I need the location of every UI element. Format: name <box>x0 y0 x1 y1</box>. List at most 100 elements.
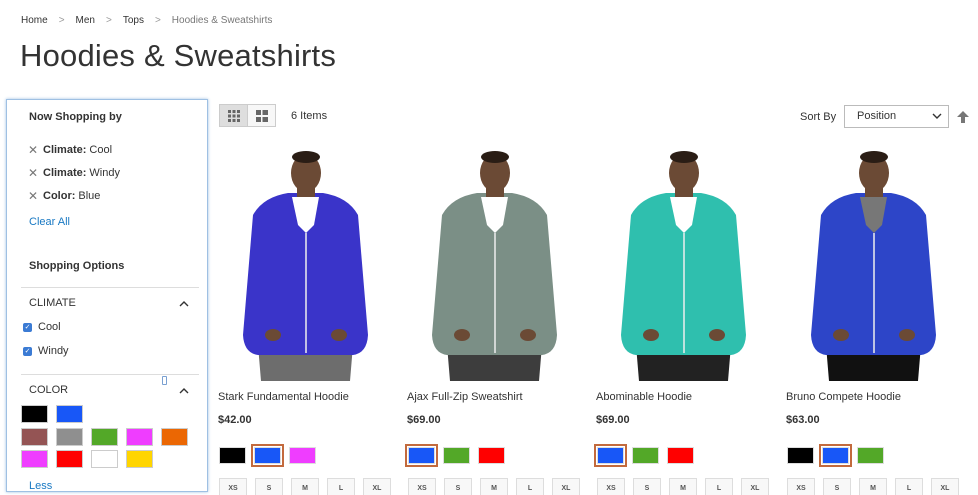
breadcrumb-home[interactable]: Home <box>21 15 48 26</box>
size-option-s[interactable]: S <box>255 478 283 495</box>
color-filter-title[interactable]: COLOR <box>29 384 68 396</box>
color-swatch[interactable] <box>91 428 118 446</box>
climate-option-cool[interactable]: ✓ Cool <box>23 321 61 333</box>
filter-label: Climate: <box>43 144 87 156</box>
active-filter: ✕ Climate: Windy <box>27 167 120 179</box>
divider <box>21 374 199 375</box>
page-title: Hoodies & Sweatshirts <box>20 38 337 73</box>
product-price: $42.00 <box>218 414 252 426</box>
product-name[interactable]: Ajax Full-Zip Sweatshirt <box>407 391 523 403</box>
size-option-xs[interactable]: XS <box>219 478 247 495</box>
climate-filter-title[interactable]: CLIMATE <box>29 297 76 309</box>
now-shopping-title: Now Shopping by <box>29 111 122 123</box>
size-option-xl[interactable]: XL <box>741 478 769 495</box>
breadcrumb-separator: > <box>154 15 161 26</box>
product-image[interactable] <box>786 145 961 381</box>
size-option-l[interactable]: L <box>705 478 733 495</box>
size-option-l[interactable]: L <box>895 478 923 495</box>
chevron-up-icon[interactable] <box>179 299 189 309</box>
chevron-up-icon[interactable] <box>179 386 189 396</box>
sort-direction-arrow-up-icon[interactable] <box>957 111 969 123</box>
list-view-button[interactable] <box>247 104 276 127</box>
size-option-s[interactable]: S <box>823 478 851 495</box>
filter-value: Windy <box>89 167 120 179</box>
size-option-l[interactable]: L <box>327 478 355 495</box>
remove-filter-icon[interactable]: ✕ <box>27 144 39 156</box>
product-color-swatch[interactable] <box>632 447 659 464</box>
product-name[interactable]: Abominable Hoodie <box>596 391 692 403</box>
color-swatch[interactable] <box>21 450 48 468</box>
size-option-m[interactable]: M <box>291 478 319 495</box>
less-link[interactable]: Less <box>29 480 52 491</box>
clear-all-link[interactable]: Clear All <box>29 216 70 228</box>
climate-option-windy[interactable]: ✓ Windy <box>23 345 69 357</box>
chevron-down-icon <box>932 113 942 119</box>
color-swatch[interactable] <box>161 428 188 446</box>
sort-by-label: Sort By <box>800 111 837 123</box>
size-option-s[interactable]: S <box>633 478 661 495</box>
breadcrumb-current: Hoodies & Sweatshirts <box>171 15 273 26</box>
checkbox-checked-icon[interactable]: ✓ <box>23 322 32 332</box>
breadcrumb-separator: > <box>105 15 112 26</box>
size-option-m[interactable]: M <box>669 478 697 495</box>
product-color-swatch[interactable] <box>667 447 694 464</box>
product-name[interactable]: Stark Fundamental Hoodie <box>218 391 349 403</box>
breadcrumb: Home > Men > Tops > Hoodies & Sweatshirt… <box>21 15 272 26</box>
product-price: $69.00 <box>596 414 630 426</box>
size-option-m[interactable]: M <box>480 478 508 495</box>
filter-sidebar: Now Shopping by ✕ Climate: Cool ✕ Climat… <box>6 99 208 492</box>
product-price: $63.00 <box>786 414 820 426</box>
option-label: Cool <box>38 321 61 333</box>
size-option-m[interactable]: M <box>859 478 887 495</box>
size-option-xl[interactable]: XL <box>931 478 959 495</box>
size-option-l[interactable]: L <box>516 478 544 495</box>
size-option-xs[interactable]: XS <box>597 478 625 495</box>
color-swatch[interactable] <box>21 428 48 446</box>
filter-value: Blue <box>78 190 101 202</box>
shopping-options-title: Shopping Options <box>29 260 125 272</box>
size-option-s[interactable]: S <box>444 478 472 495</box>
items-count: 6 Items <box>291 110 328 122</box>
checkbox-checked-icon[interactable]: ✓ <box>23 346 32 356</box>
product-color-swatch[interactable] <box>219 447 246 464</box>
color-swatch[interactable] <box>56 450 83 468</box>
size-option-xl[interactable]: XL <box>552 478 580 495</box>
grid-icon <box>227 109 240 122</box>
remove-filter-icon[interactable]: ✕ <box>27 190 39 202</box>
remove-filter-icon[interactable]: ✕ <box>27 167 39 179</box>
size-option-xl[interactable]: XL <box>363 478 391 495</box>
product-color-swatch[interactable] <box>251 444 284 467</box>
color-swatch[interactable] <box>21 405 48 423</box>
product-color-swatch[interactable] <box>478 447 505 464</box>
product-image[interactable] <box>407 145 582 381</box>
filter-label: Climate: <box>43 167 87 179</box>
color-swatch[interactable] <box>91 450 118 468</box>
size-option-xs[interactable]: XS <box>408 478 436 495</box>
product-color-swatch[interactable] <box>857 447 884 464</box>
product-price: $69.00 <box>407 414 441 426</box>
filter-value: Cool <box>89 144 113 156</box>
color-swatch[interactable] <box>126 450 153 468</box>
product-color-swatch[interactable] <box>405 444 438 467</box>
list-icon <box>255 109 268 122</box>
product-color-swatch[interactable] <box>787 447 814 464</box>
product-color-swatch[interactable] <box>289 447 316 464</box>
grid-view-button[interactable] <box>219 104 248 127</box>
option-label: Windy <box>38 345 69 357</box>
product-image[interactable] <box>218 145 393 381</box>
breadcrumb-tops[interactable]: Tops <box>123 15 144 26</box>
product-name[interactable]: Bruno Compete Hoodie <box>786 391 901 403</box>
breadcrumb-men[interactable]: Men <box>76 15 95 26</box>
scroll-indicator <box>162 376 167 385</box>
color-swatch[interactable] <box>56 405 83 423</box>
color-swatch[interactable] <box>126 428 153 446</box>
active-filter: ✕ Climate: Cool <box>27 144 112 156</box>
color-swatch[interactable] <box>56 428 83 446</box>
product-image[interactable] <box>596 145 771 381</box>
sort-by-select[interactable]: Position <box>844 105 949 128</box>
size-option-xs[interactable]: XS <box>787 478 815 495</box>
product-color-swatch[interactable] <box>819 444 852 467</box>
product-color-swatch[interactable] <box>594 444 627 467</box>
sort-selected-value: Position <box>857 110 897 122</box>
product-color-swatch[interactable] <box>443 447 470 464</box>
